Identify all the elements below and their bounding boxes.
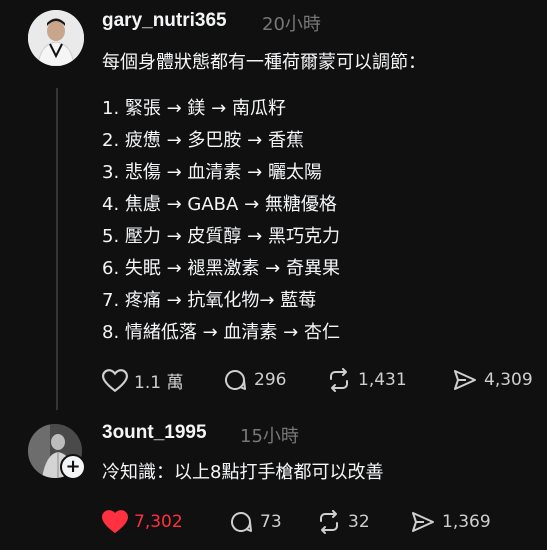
like-button[interactable]: 1.1 萬 bbox=[102, 368, 183, 393]
like-count: 7,302 bbox=[134, 512, 183, 532]
list-item: 8. 情緒低落 → 血清素 → 杏仁 bbox=[102, 322, 340, 343]
heart-filled-icon bbox=[102, 510, 128, 534]
repost-button[interactable]: 32 bbox=[316, 510, 370, 534]
comment-button[interactable]: 296 bbox=[222, 368, 286, 392]
share-button[interactable]: 1,369 bbox=[410, 510, 491, 534]
like-button[interactable]: 7,302 bbox=[102, 510, 183, 534]
like-count: 1.1 萬 bbox=[134, 373, 184, 393]
comment-icon bbox=[225, 370, 246, 391]
share-count: 1,369 bbox=[442, 512, 491, 532]
avatar-image bbox=[28, 10, 84, 66]
share-icon bbox=[454, 370, 476, 390]
post-time: 20小時 bbox=[262, 14, 321, 35]
post-time: 15小時 bbox=[240, 426, 299, 447]
heart-icon bbox=[102, 368, 128, 392]
thread-line bbox=[56, 88, 58, 410]
repost-icon bbox=[320, 510, 338, 534]
list-item: 6. 失眠 → 褪黑激素 → 奇異果 bbox=[102, 258, 340, 279]
comment-icon bbox=[231, 512, 252, 533]
list-item: 5. 壓力 → 皮質醇 → 黑巧克力 bbox=[102, 226, 340, 247]
list-item: 3. 悲傷 → 血清素 → 曬太陽 bbox=[102, 162, 322, 183]
list-item: 7. 疼痛 → 抗氧化物→ 藍莓 bbox=[102, 290, 317, 311]
username[interactable]: 3ount_1995 bbox=[102, 422, 207, 444]
share-button[interactable]: 4,309 bbox=[452, 368, 533, 392]
avatar-gary[interactable] bbox=[28, 10, 84, 66]
list-item: 4. 焦慮 → GABA → 無糖優格 bbox=[102, 194, 337, 215]
post-text: 冷知識：以上8點打手槍都可以改善 bbox=[102, 462, 384, 483]
username[interactable]: gary_nutri365 bbox=[102, 10, 227, 32]
repost-icon bbox=[330, 368, 348, 392]
repost-button[interactable]: 1,431 bbox=[326, 368, 407, 392]
share-count: 4,309 bbox=[484, 370, 533, 390]
post-text: 每個身體狀態都有一種荷爾蒙可以調節： bbox=[102, 52, 426, 73]
comment-count: 73 bbox=[260, 512, 282, 532]
follow-plus-button[interactable]: + bbox=[60, 454, 86, 480]
comment-button[interactable]: 73 bbox=[228, 510, 282, 534]
comment-count: 296 bbox=[254, 370, 287, 390]
repost-count: 32 bbox=[348, 512, 370, 532]
repost-count: 1,431 bbox=[358, 370, 407, 390]
share-icon bbox=[412, 512, 434, 532]
list-item: 2. 疲憊 → 多巴胺 → 香蕉 bbox=[102, 130, 304, 151]
list-item: 1. 緊張 → 鎂 → 南瓜籽 bbox=[102, 98, 286, 119]
